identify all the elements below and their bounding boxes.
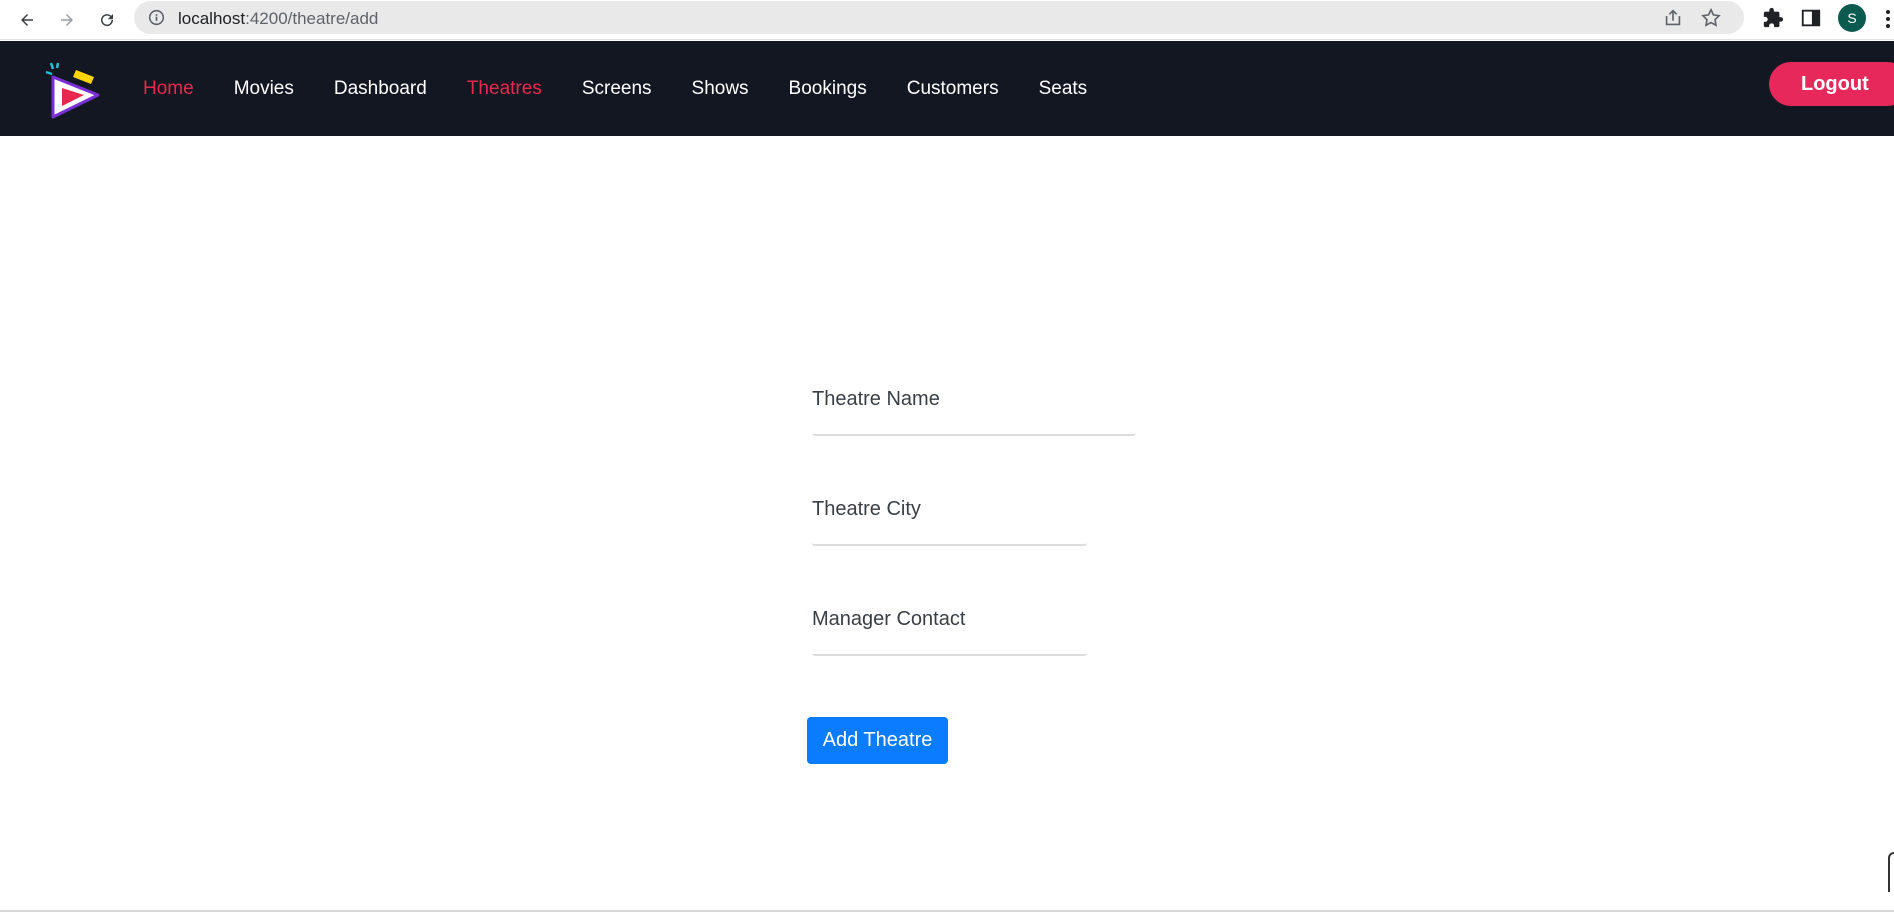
nav-link-seats[interactable]: Seats — [1039, 78, 1088, 100]
star-icon[interactable] — [1700, 7, 1722, 29]
reload-button[interactable] — [91, 4, 123, 36]
nav-link-dashboard[interactable]: Dashboard — [334, 78, 427, 100]
puzzle-icon[interactable] — [1762, 7, 1784, 29]
nav-link-home[interactable]: Home — [143, 78, 194, 100]
nav-link-customers[interactable]: Customers — [907, 78, 999, 100]
back-arrow-icon — [21, 14, 33, 26]
info-icon[interactable] — [148, 9, 165, 26]
address-bar[interactable]: localhost:4200/theatre/add — [134, 1, 1744, 34]
theatre-city-placeholder: Theatre City — [812, 498, 921, 520]
theatre-name-placeholder: Theatre Name — [812, 388, 940, 410]
share-icon[interactable] — [1662, 7, 1684, 29]
kebab-menu-icon[interactable] — [1882, 8, 1894, 30]
nav-links: Home Movies Dashboard Theatres Screens S… — [143, 41, 1127, 136]
url-host: localhost — [178, 9, 246, 28]
manager-contact-field[interactable]: Manager Contact — [812, 600, 1087, 656]
logout-button[interactable]: Logout — [1769, 62, 1894, 106]
reload-icon — [101, 14, 114, 27]
nav-link-bookings[interactable]: Bookings — [789, 78, 867, 100]
nav-link-shows[interactable]: Shows — [692, 78, 749, 100]
url-text: localhost:4200/theatre/add — [178, 9, 378, 29]
nav-link-movies[interactable]: Movies — [234, 78, 294, 100]
theatre-city-field[interactable]: Theatre City — [812, 490, 1087, 546]
app-navbar: Home Movies Dashboard Theatres Screens S… — [0, 41, 1894, 136]
back-button[interactable] — [11, 4, 43, 36]
forward-button[interactable] — [51, 4, 83, 36]
profile-avatar[interactable]: S — [1838, 4, 1866, 32]
add-theatre-button[interactable]: Add Theatre — [807, 717, 948, 764]
scroll-corner — [1888, 852, 1894, 892]
browser-toolbar: localhost:4200/theatre/add S — [0, 0, 1894, 40]
url-path: :4200/theatre/add — [245, 9, 379, 28]
theatre-name-field[interactable]: Theatre Name — [812, 380, 1136, 436]
side-panel-icon[interactable] — [1800, 7, 1822, 29]
nav-link-screens[interactable]: Screens — [582, 78, 652, 100]
app-logo[interactable] — [38, 57, 106, 123]
nav-link-theatres[interactable]: Theatres — [467, 78, 542, 100]
forward-arrow-icon — [61, 14, 73, 26]
manager-contact-placeholder: Manager Contact — [812, 608, 966, 630]
